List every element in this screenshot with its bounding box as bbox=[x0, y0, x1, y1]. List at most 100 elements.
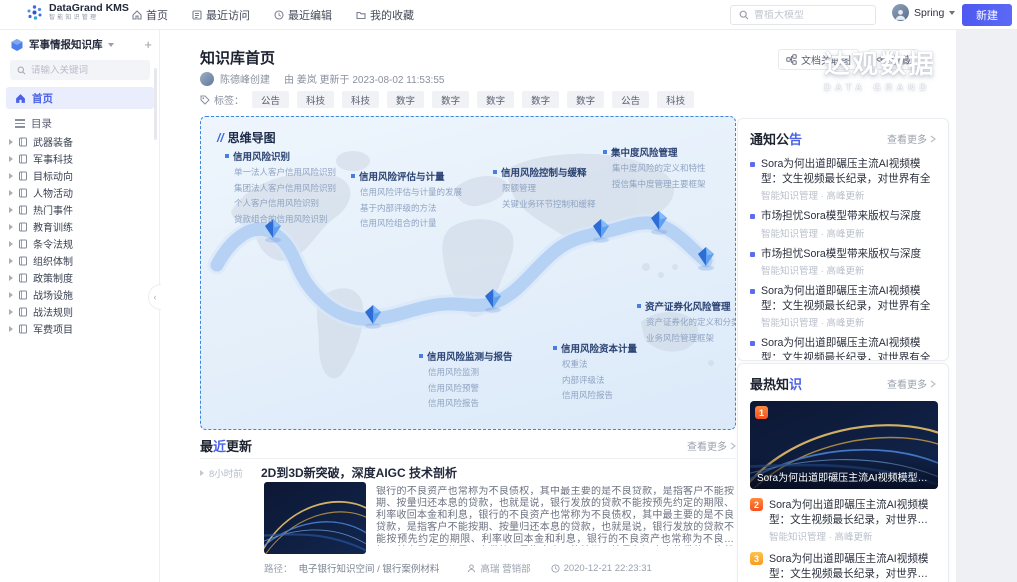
creator-text: 陈德峰创建 bbox=[220, 71, 270, 86]
book-icon bbox=[18, 188, 28, 198]
menu-lines-icon bbox=[15, 117, 25, 130]
favorite-button[interactable]: 收藏 bbox=[868, 49, 919, 70]
book-icon bbox=[18, 154, 28, 164]
article-path[interactable]: 电子银行知识空间 / 银行案例材料 bbox=[299, 561, 440, 575]
workspace-switcher[interactable]: 军事情报知识库 + bbox=[10, 37, 152, 52]
tags-row: 标签： 公告 科技 科技 数字 数字 数字 数字 数字 公告 科技 bbox=[200, 91, 694, 108]
tag-chip[interactable]: 公告 bbox=[612, 91, 649, 108]
article-thumbnail-graphic bbox=[264, 482, 366, 554]
node-bullet bbox=[637, 304, 641, 308]
mindmap-node-securitization-risk[interactable]: 资产证券化风险管理 资产证券化的定义和分类 业务风险管理框架 bbox=[637, 299, 736, 344]
sidebar-item-military-tech[interactable]: 军事科技 bbox=[9, 150, 153, 167]
avatar bbox=[892, 4, 909, 21]
book-icon bbox=[18, 137, 28, 147]
book-icon bbox=[18, 239, 28, 249]
nav-recent-visits[interactable]: 最近访问 bbox=[192, 7, 250, 23]
new-button[interactable]: 新建 bbox=[962, 4, 1012, 26]
notice-item[interactable]: Sora为何出道即碾压主流AI视频模型：文生视频最长纪录，对世界有全智能知识管理… bbox=[750, 284, 936, 329]
nav-home[interactable]: 首页 bbox=[132, 7, 168, 23]
nav-recent-edits[interactable]: 最近编辑 bbox=[274, 7, 332, 23]
notice-item[interactable]: Sora为何出道即碾压主流AI视频模型：文生视频最长纪录，对世界有全智能知识管理… bbox=[750, 336, 936, 361]
sidebar-item-weapons[interactable]: 武器装备 bbox=[9, 133, 153, 150]
node-bullet bbox=[493, 170, 497, 174]
search-icon bbox=[739, 10, 749, 20]
mindmap-node-credit-risk-identification[interactable]: 信用风险识别 单一法人客户信用风险识别 集团法人客户信用风险识别 个人客户信用风… bbox=[225, 149, 336, 225]
tag-chip[interactable]: 数字 bbox=[567, 91, 604, 108]
tag-chip[interactable]: 数字 bbox=[522, 91, 559, 108]
chevron-right-icon bbox=[9, 258, 13, 264]
bullet-icon bbox=[750, 289, 755, 294]
sidebar-item-battlefield-facilities[interactable]: 战场设施 bbox=[9, 286, 153, 303]
chevron-right-icon bbox=[730, 442, 736, 450]
tag-chip[interactable]: 科技 bbox=[342, 91, 379, 108]
book-icon bbox=[18, 171, 28, 181]
brand-logo[interactable]: DataGrand KMS 智能知识管理 bbox=[26, 3, 129, 22]
sidebar-item-home[interactable]: 首页 bbox=[6, 87, 154, 109]
creator-avatar bbox=[200, 72, 214, 86]
node-bullet bbox=[351, 174, 355, 178]
mindmap-node-monitoring-reporting[interactable]: 信用风险监测与报告 信用风险监测 信用风险预警 信用风险报告 bbox=[419, 349, 513, 410]
tag-chip[interactable]: 科技 bbox=[297, 91, 334, 108]
username: Spring bbox=[914, 7, 944, 19]
hot-featured-article[interactable]: 1 Sora为何出道即碾压主流AI视频模型：文生视频最… bbox=[750, 401, 938, 489]
sidebar-item-education-training[interactable]: 教育训练 bbox=[9, 218, 153, 235]
doc-relation-graph-label: 文档关联图 bbox=[801, 52, 851, 67]
notice-item[interactable]: 市场担忧Sora模型带来版权与深度智能知识管理 · 高峰更新 bbox=[750, 247, 936, 278]
mindmap-card[interactable]: //思维导图 信用风险识别 单一法人客户信用风险识别 集团法人客户信用风险识别 … bbox=[200, 116, 736, 430]
tag-chip[interactable]: 数字 bbox=[432, 91, 469, 108]
notices-more-link[interactable]: 查看更多 bbox=[887, 131, 936, 146]
sidebar-item-regulations[interactable]: 条令法规 bbox=[9, 235, 153, 252]
bullet-icon bbox=[750, 341, 755, 346]
nav-recent-edits-label: 最近编辑 bbox=[288, 7, 332, 23]
tag-chip[interactable]: 公告 bbox=[252, 91, 289, 108]
recent-more-link[interactable]: 查看更多 bbox=[687, 438, 736, 453]
sidebar-search-input[interactable] bbox=[31, 65, 131, 76]
mindmap-node-concentration-risk[interactable]: 集中度风险管理 集中度风险的定义和特性 授信集中度管理主要框架 bbox=[603, 145, 706, 190]
article-thumbnail[interactable] bbox=[264, 482, 366, 554]
sidebar-search[interactable] bbox=[10, 60, 150, 80]
bullet-icon bbox=[750, 252, 755, 257]
sidebar-item-people-activities[interactable]: 人物活动 bbox=[9, 184, 153, 201]
sidebar-item-hot-events[interactable]: 热门事件 bbox=[9, 201, 153, 218]
hot-more-link[interactable]: 查看更多 bbox=[887, 376, 936, 391]
book-icon bbox=[18, 290, 28, 300]
doc-relation-graph-button[interactable]: 文档关联图 bbox=[778, 49, 859, 70]
chevron-right-icon bbox=[9, 275, 13, 281]
mindmap-node-capital-measurement[interactable]: 信用风险资本计量 权重法 内部评级法 信用风险报告 bbox=[553, 341, 637, 402]
sidebar-item-organization[interactable]: 组织体制 bbox=[9, 252, 153, 269]
search-icon bbox=[17, 66, 26, 75]
graph-icon bbox=[786, 54, 797, 65]
article-excerpt: 银行的不良资产也常称为不良债权，其中最主要的是不良贷款，是指客户不能按期、按量归… bbox=[376, 486, 734, 546]
tag-chip[interactable]: 科技 bbox=[657, 91, 694, 108]
search-input[interactable] bbox=[754, 10, 864, 21]
path-label: 路径： bbox=[264, 561, 293, 575]
notice-item[interactable]: 市场担忧Sora模型带来版权与深度智能知识管理 · 高峰更新 bbox=[750, 209, 936, 240]
nav-favorites-label: 我的收藏 bbox=[370, 7, 414, 23]
sidebar-item-military-budget[interactable]: 军费项目 bbox=[9, 320, 153, 337]
add-knowledge-base-button[interactable]: + bbox=[144, 39, 152, 51]
sidebar-scrollbar[interactable] bbox=[154, 68, 157, 140]
home-icon bbox=[15, 93, 26, 104]
hot-item[interactable]: 3Sora为何出道即碾压主流AI视频模型：文生视频最长纪录，对世界有全智能知识管… bbox=[750, 552, 936, 582]
sidebar-home-label: 首页 bbox=[32, 91, 53, 106]
article-title[interactable]: 2D到3D新突破，深度AIGC 技术剖析 bbox=[261, 464, 457, 481]
user-menu[interactable]: Spring bbox=[892, 4, 955, 21]
sidebar-item-tactics-rules[interactable]: 战法规则 bbox=[9, 303, 153, 320]
chevron-right-icon bbox=[9, 224, 13, 230]
datagrand-logo-icon bbox=[26, 4, 43, 21]
mindmap-node-risk-control[interactable]: 信用风险控制与缓释 限额管理 关键业务环节控制和缓释 bbox=[493, 165, 596, 210]
list-icon bbox=[192, 10, 202, 20]
featured-caption: Sora为何出道即碾压主流AI视频模型：文生视频最… bbox=[750, 455, 938, 489]
mindmap-node-risk-assessment[interactable]: 信用风险评估与计量 信用风险评估与计量的发展 基于内部评级的方法 信用风险组合的… bbox=[351, 169, 462, 230]
book-icon bbox=[18, 256, 28, 266]
hot-item[interactable]: 2Sora为何出道即碾压主流AI视频模型：文生视频最长纪录，对世界有全智能知识管… bbox=[750, 498, 936, 543]
divider bbox=[200, 458, 736, 459]
tag-chip[interactable]: 数字 bbox=[387, 91, 424, 108]
chevron-right-icon bbox=[9, 156, 13, 162]
global-search[interactable] bbox=[730, 5, 876, 25]
sidebar-item-policy[interactable]: 政策制度 bbox=[9, 269, 153, 286]
nav-favorites[interactable]: 我的收藏 bbox=[356, 7, 414, 23]
tag-chip[interactable]: 数字 bbox=[477, 91, 514, 108]
notice-item[interactable]: Sora为何出道即碾压主流AI视频模型：文生视频最长纪录，对世界有全智能知识管理… bbox=[750, 157, 936, 202]
sidebar-item-target-trends[interactable]: 目标动向 bbox=[9, 167, 153, 184]
